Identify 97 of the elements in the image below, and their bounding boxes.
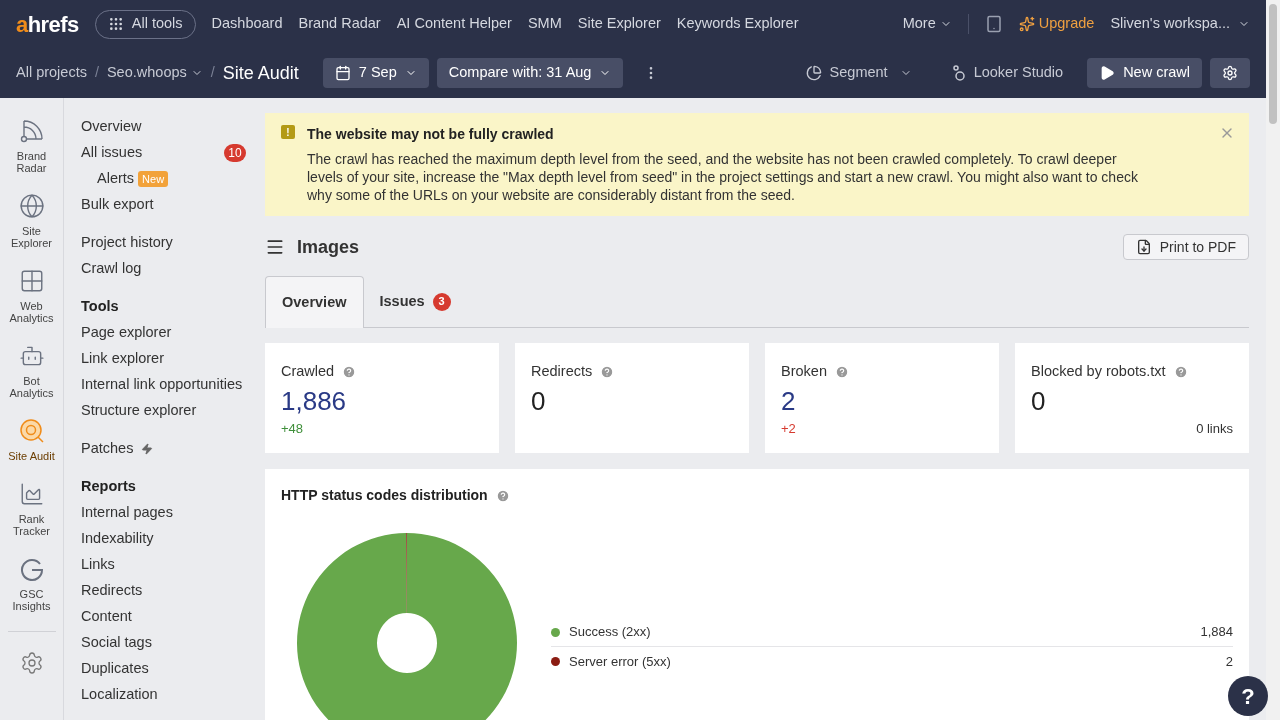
nav-link[interactable]: AI Content Helper — [396, 13, 512, 35]
tab[interactable]: Overview — [265, 276, 364, 328]
sparkle-icon — [1018, 16, 1035, 32]
nav-link[interactable]: Patches — [81, 438, 134, 460]
gsc-icon — [18, 556, 45, 582]
nav-link[interactable]: Indexability — [81, 528, 154, 550]
nav-heading: Reports — [81, 477, 136, 497]
tablet-icon[interactable] — [984, 15, 1003, 33]
bolt-icon — [141, 443, 154, 455]
more-menu[interactable]: More — [902, 13, 952, 35]
nav-link[interactable]: Crawl log — [81, 258, 142, 280]
stat-value[interactable]: 2 — [781, 384, 983, 417]
breadcrumb-separator: / — [94, 63, 99, 83]
nav-link[interactable]: Localization — [81, 684, 158, 706]
count-badge: 10 — [224, 144, 246, 162]
nav-link[interactable]: Internal pages — [81, 502, 173, 524]
rail-item[interactable]: Rank Tracker — [1, 481, 62, 537]
nav-link[interactable]: Project history — [81, 232, 173, 254]
rail-item[interactable]: Bot Analytics — [1, 343, 62, 399]
calendar-icon — [334, 65, 351, 81]
stat-value: 0 — [531, 384, 547, 417]
page-title: Site Audit — [222, 61, 299, 85]
nav-link[interactable]: Content — [81, 606, 132, 628]
stat-label: Broken — [781, 362, 827, 381]
scrollbar-thumb[interactable] — [1269, 4, 1277, 124]
breadcrumb-link[interactable]: Seo.whoops — [106, 62, 203, 84]
nav-link[interactable]: Link explorer — [81, 348, 164, 370]
radar-icon — [18, 118, 45, 144]
help-icon[interactable] — [342, 364, 357, 379]
grid-icon — [107, 16, 124, 32]
warning-icon: ! — [281, 125, 295, 139]
segment-dropdown[interactable]: Segment — [793, 62, 924, 84]
nav-link[interactable]: SMM — [527, 13, 562, 35]
help-icon[interactable] — [600, 364, 615, 379]
chart-title: HTTP status codes distribution — [281, 486, 488, 505]
nav-link[interactable]: Structure explorer — [81, 400, 197, 422]
count-badge: 3 — [432, 292, 451, 311]
nav-link[interactable]: Bulk export — [81, 194, 154, 216]
nav-link[interactable]: All issues — [81, 142, 143, 164]
nav-link[interactable]: Site Explorer — [577, 13, 661, 35]
stat-change: +48 — [281, 419, 305, 438]
new-tag: New — [138, 171, 169, 187]
rail-item[interactable]: Site Audit — [1, 418, 62, 462]
date-picker[interactable]: 7 Sep — [322, 58, 429, 88]
nav-link[interactable]: Overview — [81, 116, 142, 138]
legend-value: 2 — [1225, 652, 1233, 671]
nav-link[interactable]: Social tags — [81, 632, 152, 654]
looker-icon — [951, 65, 966, 81]
rail-item[interactable]: Site Explorer — [1, 193, 62, 249]
globe-icon — [18, 193, 45, 219]
breadcrumb-link[interactable]: All projects — [16, 62, 87, 84]
help-icon[interactable] — [834, 364, 849, 379]
help-icon[interactable] — [1173, 364, 1188, 379]
rail-item[interactable]: Brand Radar — [1, 118, 62, 174]
audit-icon — [18, 418, 45, 444]
settings-icon — [1222, 65, 1238, 81]
stat-label: Redirects — [531, 362, 593, 381]
play-icon — [1099, 65, 1116, 81]
stat-label: Crawled — [281, 362, 335, 381]
workspace-menu[interactable]: Sliven's workspa... — [1110, 13, 1250, 35]
upgrade-link[interactable]: Upgrade — [1018, 13, 1095, 35]
warning-title: The website may not be fully crawled — [307, 125, 555, 144]
breadcrumb-separator: / — [210, 63, 215, 83]
legend-value: 1,884 — [1200, 623, 1233, 642]
stat-note: 0 links — [1196, 419, 1233, 438]
nav-link[interactable]: Page explorer — [81, 322, 172, 344]
nav-link[interactable]: Brand Radar — [298, 13, 381, 35]
settings-button[interactable] — [1210, 58, 1250, 88]
nav-heading: Tools — [81, 297, 119, 317]
section-title: Images — [297, 235, 360, 259]
stat-change: +2 — [781, 419, 797, 438]
warning-message: The crawl has reached the maximum depth level from the seed, and the website has not been crawled completely. To crawl deeper levels of your site, increase the "Max depth level from seed" in the project settings and start a new crawl. You might also want to check why some of the URLs on your website are considerably distant from the seed. — [307, 150, 1139, 204]
rail-item[interactable]: Web Analytics — [1, 268, 62, 324]
help-icon[interactable] — [495, 488, 510, 503]
nav-link[interactable]: Redirects — [81, 580, 143, 602]
nav-link[interactable]: Dashboard — [211, 13, 283, 35]
nav-link[interactable]: Duplicates — [81, 658, 149, 680]
nav-link[interactable]: Alerts — [97, 168, 135, 190]
tab[interactable]: Issues 3 — [363, 276, 467, 327]
pie-chart-icon — [805, 65, 822, 81]
stat-label: Blocked by robots.txt — [1031, 362, 1166, 381]
logo[interactable]: ahrefs — [16, 7, 79, 41]
stat-value[interactable]: 1,886 — [281, 384, 483, 417]
print-pdf-button[interactable]: Print to PDF — [1122, 234, 1249, 260]
looker-studio-button[interactable]: Looker Studio — [939, 62, 1076, 84]
nav-link[interactable]: Links — [81, 554, 115, 576]
legend-label: Server error (5xx) — [569, 652, 671, 671]
file-download-icon — [1135, 239, 1152, 255]
new-crawl-button[interactable]: New crawl — [1087, 58, 1202, 88]
nav-link[interactable]: Internal link opportunities — [81, 374, 243, 396]
rail-item[interactable]: GSC Insights — [1, 556, 62, 612]
compare-dropdown[interactable]: Compare with: 31 Aug — [436, 58, 624, 88]
nav-link[interactable]: Keywords Explorer — [676, 13, 799, 35]
legend-label: Success (2xx) — [569, 623, 651, 642]
stat-value: 0 — [1031, 384, 1047, 417]
menu-icon[interactable] — [265, 237, 285, 257]
settings-icon[interactable] — [19, 651, 44, 675]
